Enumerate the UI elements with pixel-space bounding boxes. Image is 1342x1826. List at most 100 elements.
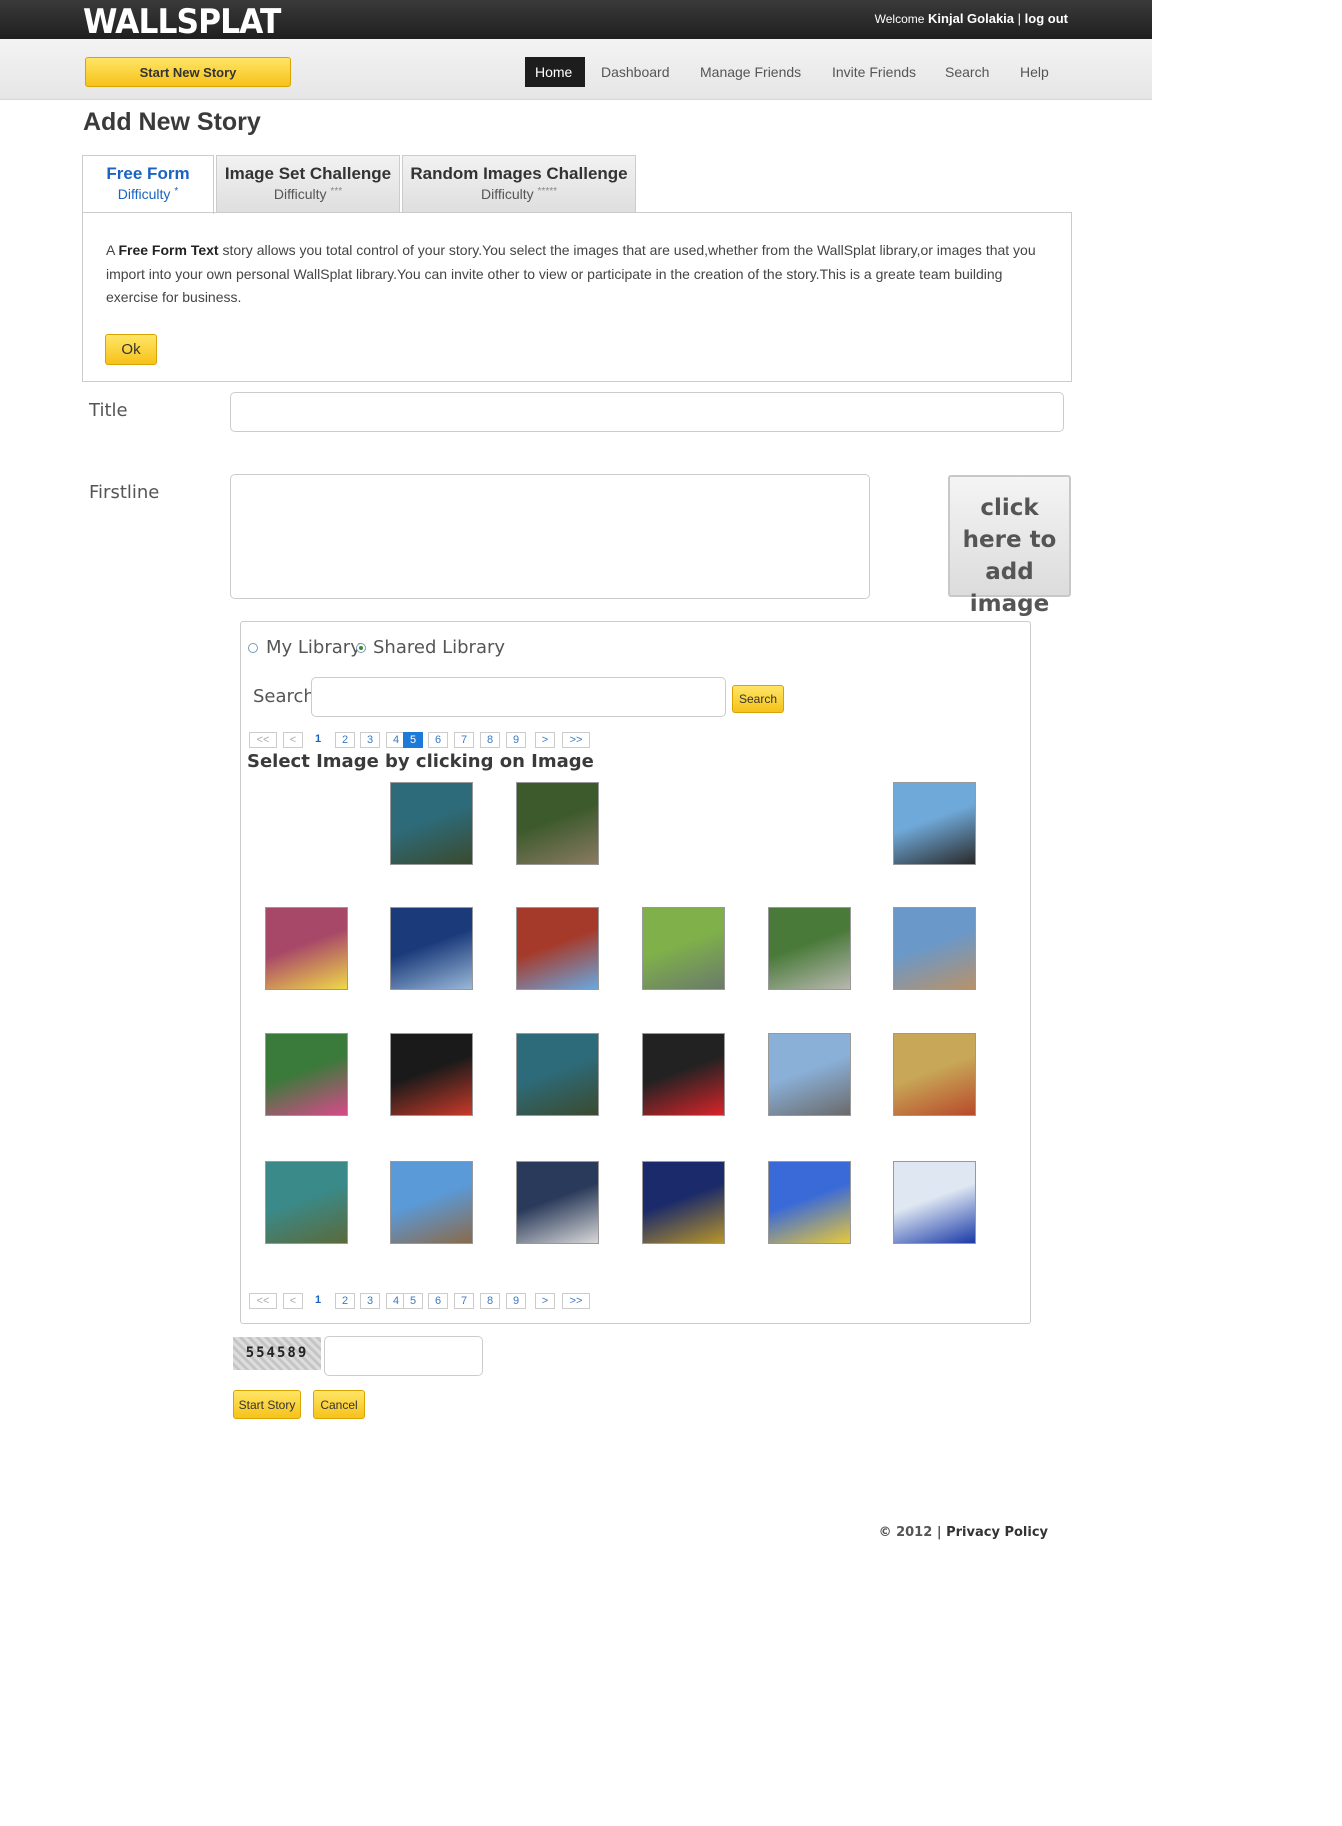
nav-dashboard[interactable]: Dashboard (591, 57, 680, 87)
blue-figurine-image[interactable] (893, 1161, 976, 1244)
page-link-10[interactable]: 9 (506, 1293, 526, 1309)
title-label: Title (89, 400, 128, 421)
page-link-8[interactable]: 7 (454, 732, 474, 748)
welcome-area: Welcome Kinjal Golakia | log out (875, 11, 1068, 26)
page-link-1[interactable]: < (283, 732, 303, 748)
page-link-12[interactable]: >> (562, 732, 590, 748)
page-link-6[interactable]: 5 (403, 1293, 423, 1309)
ok-button[interactable]: Ok (105, 334, 157, 365)
page-link-4[interactable]: 3 (360, 1293, 380, 1309)
page-link-7[interactable]: 6 (428, 1293, 448, 1309)
tab-difficulty: Difficulty (117, 186, 171, 202)
start-new-story-button[interactable]: Start New Story (85, 57, 291, 87)
train-image[interactable] (390, 907, 473, 990)
firstline-textarea[interactable] (230, 474, 870, 599)
page-link-11[interactable]: > (535, 1293, 555, 1309)
welcome-text: Welcome (874, 12, 925, 26)
tab-difficulty: Difficulty (480, 186, 534, 202)
library-search-button[interactable]: Search (732, 685, 784, 713)
page-link-1[interactable]: < (283, 1293, 303, 1309)
garden-flowers-image[interactable] (265, 1033, 348, 1116)
tab-free-form[interactable]: Free Form Difficulty * (82, 155, 214, 214)
page-link-10[interactable]: 9 (506, 732, 526, 748)
bronx-tale-poster-image[interactable] (390, 1033, 473, 1116)
tab-title: Free Form (106, 164, 190, 183)
police-badge-image[interactable] (642, 1161, 725, 1244)
firstline-label: Firstline (89, 482, 160, 503)
rowing-image[interactable] (642, 907, 725, 990)
shared-library-label[interactable]: Shared Library (373, 637, 505, 658)
nav-help[interactable]: Help (1010, 57, 1059, 87)
page-link-12[interactable]: >> (562, 1293, 590, 1309)
blank-image (642, 782, 725, 865)
page-link-2[interactable]: 1 (311, 732, 325, 748)
separator: | (936, 1525, 942, 1540)
bronx-zoo-gate-image[interactable] (390, 782, 473, 865)
my-library-radio[interactable] (248, 643, 258, 653)
tab-title: Random Images Challenge (410, 164, 628, 183)
nav-home[interactable]: Home (525, 57, 585, 87)
page-link-7[interactable]: 6 (428, 732, 448, 748)
select-image-heading: Select Image by clicking on Image (247, 751, 594, 772)
shared-library-radio[interactable] (356, 643, 366, 653)
page-link-11[interactable]: > (535, 732, 555, 748)
nav-manage-friends[interactable]: Manage Friends (690, 57, 811, 87)
fire-station-image[interactable] (516, 907, 599, 990)
tab-title: Image Set Challenge (224, 164, 392, 183)
museum-building-image[interactable] (893, 1033, 976, 1116)
user-name[interactable]: Kinjal Golakia (928, 11, 1014, 26)
copyright: © 2012 (878, 1525, 933, 1540)
page-link-2[interactable]: 1 (311, 1293, 325, 1309)
page-link-9[interactable]: 8 (480, 732, 500, 748)
start-story-button[interactable]: Start Story (233, 1390, 301, 1419)
logout-link[interactable]: log out (1025, 11, 1068, 26)
campus-building-image[interactable] (390, 1161, 473, 1244)
page-link-0[interactable]: << (249, 1293, 277, 1309)
difficulty-stars: ***** (537, 186, 557, 197)
bronx-zoo-sign-image[interactable] (265, 1161, 348, 1244)
page-link-4[interactable]: 3 (360, 732, 380, 748)
cartoon-police-image[interactable] (768, 1161, 851, 1244)
bronx-zoo-gate-image[interactable] (516, 1033, 599, 1116)
library-search-input[interactable] (311, 677, 726, 717)
tab-panel: A Free Form Text story allows you total … (82, 212, 1072, 382)
tab-difficulty: Difficulty (273, 186, 327, 202)
nav-invite-friends[interactable]: Invite Friends (822, 57, 926, 87)
page-link-9[interactable]: 8 (480, 1293, 500, 1309)
description-bold: Free Form Text (118, 242, 219, 258)
page-title: Add New Story (83, 108, 261, 136)
difficulty-stars: * (174, 186, 179, 197)
difficulty-stars: *** (330, 186, 343, 197)
tab-random-images-challenge[interactable]: Random Images Challenge Difficulty ***** (402, 155, 636, 213)
top-bar: WALLSPLAT Welcome Kinjal Golakia | log o… (0, 0, 1152, 42)
stadium-facade-image[interactable] (768, 1033, 851, 1116)
footer: © 2012 | Privacy Policy (879, 1525, 1048, 1540)
stadium-aerial-image[interactable] (768, 907, 851, 990)
page-link-8[interactable]: 7 (454, 1293, 474, 1309)
page-link-3[interactable]: 2 (335, 1293, 355, 1309)
page-link-3[interactable]: 2 (335, 732, 355, 748)
cancel-button[interactable]: Cancel (313, 1390, 365, 1419)
page-link-0[interactable]: << (249, 732, 277, 748)
fan-portrait-image[interactable] (893, 782, 976, 865)
park-crowd-image[interactable] (516, 782, 599, 865)
born-in-the-bronx-image[interactable] (642, 1033, 725, 1116)
page-link-6[interactable]: 5 (403, 732, 423, 748)
add-image-button[interactable]: click here to add image (948, 475, 1071, 617)
blank-image (265, 782, 348, 865)
privacy-policy-link[interactable]: Privacy Policy (946, 1525, 1048, 1540)
separator: | (1017, 11, 1022, 26)
street-crowd-image[interactable] (265, 907, 348, 990)
nav-search[interactable]: Search (935, 57, 999, 87)
search-label: Search (253, 686, 315, 707)
site-logo[interactable]: WALLSPLAT (83, 2, 281, 42)
title-input[interactable] (230, 392, 1064, 432)
police-motorcycle-image[interactable] (516, 1161, 599, 1244)
beach-image[interactable] (893, 907, 976, 990)
my-library-label[interactable]: My Library (266, 637, 361, 658)
story-description: A Free Form Text story allows you total … (106, 242, 1036, 305)
captcha-input[interactable] (324, 1336, 483, 1376)
tab-image-set-challenge[interactable]: Image Set Challenge Difficulty *** (216, 155, 400, 213)
blank-image (768, 782, 851, 865)
captcha-image: 554589 (233, 1337, 321, 1370)
